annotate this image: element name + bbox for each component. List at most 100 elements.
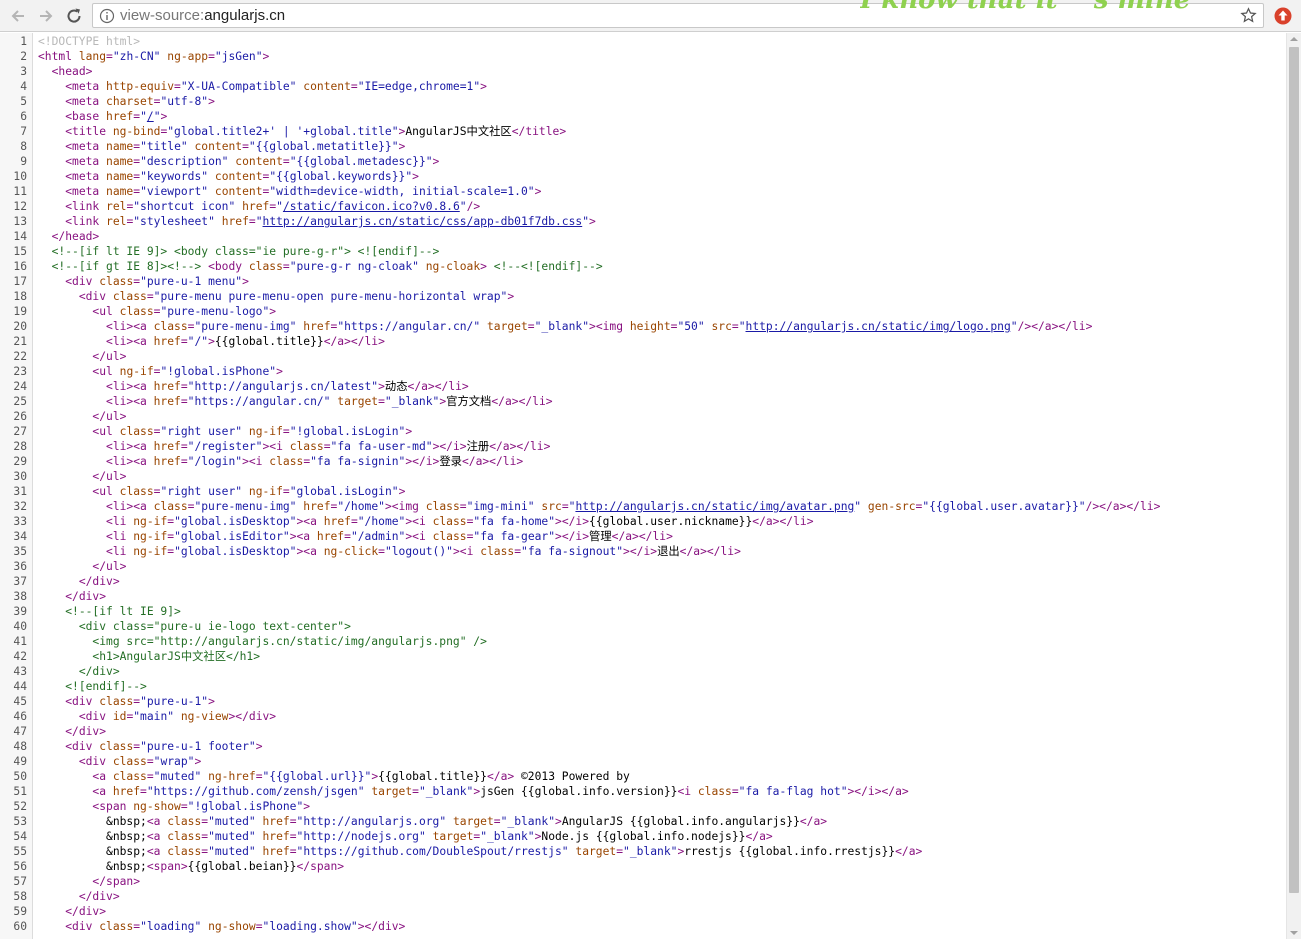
code-token: "width=device-width, initial-scale=1.0" <box>269 185 535 198</box>
address-bar[interactable]: view-source:angularjs.cn <box>92 3 1264 28</box>
source-line: 13 <link rel="stylesheet" href="http://a… <box>0 214 1286 229</box>
line-number: 56 <box>13 860 27 873</box>
code-token: &nbsp; <box>38 815 147 828</box>
source-link[interactable]: http://angularjs.cn/static/img/avatar.pn… <box>575 500 854 513</box>
code-token: ></i></a> <box>847 785 909 798</box>
code-token: ng-if <box>248 425 283 438</box>
source-link[interactable]: http://angularjs.cn/static/img/logo.png <box>746 320 1011 333</box>
code-token: <img src="http://angularjs.cn/static/img… <box>92 635 487 648</box>
code-token: <!--[if lt IE 9]> <body class="ie pure-g… <box>51 245 440 258</box>
vertical-scrollbar[interactable] <box>1286 33 1301 939</box>
code-token: ><img <box>384 500 426 513</box>
code-token: <!--[if gt IE 8]><!--> <box>51 260 202 273</box>
line-code: <li ng-if="global.isDesktop"><a href="/h… <box>38 514 813 529</box>
scroll-down-arrow-icon[interactable] <box>1290 929 1298 937</box>
source-line: 21 <li><a href="/">{{global.title}}</a><… <box>0 334 1286 349</box>
line-code: </head> <box>38 229 100 244</box>
line-number: 49 <box>13 755 27 768</box>
code-token: "http://angularjs.cn/latest" <box>187 380 379 393</box>
code-token: ng-view <box>180 710 229 723</box>
code-token: = <box>527 320 535 333</box>
code-token: jsGen {{global.info.version}} <box>480 785 678 798</box>
source-line: 34 <li ng-if="global.isEditor"><a href="… <box>0 529 1286 544</box>
forward-button[interactable] <box>34 4 58 28</box>
code-token: > <box>507 290 515 303</box>
source-line: 55 &nbsp;<a class="muted" href="https://… <box>0 844 1286 859</box>
source-link[interactable]: /static/favicon.ico?v0.8.6 <box>283 200 460 213</box>
source-line: 23 <ul ng-if="!global.isPhone"> <box>0 364 1286 379</box>
source-link[interactable]: http://angularjs.cn/static/css/app-db01f… <box>263 215 583 228</box>
code-token: " <box>140 110 147 123</box>
code-token: name <box>106 155 134 168</box>
source-line: 31 <ul class="right user" ng-if="global.… <box>0 484 1286 499</box>
code-token: > <box>276 365 283 378</box>
code-token: ></div> <box>357 920 406 933</box>
code-token: "keywords" <box>140 170 209 183</box>
code-token: > <box>269 305 277 318</box>
source-line: 37 </div> <box>0 574 1286 589</box>
code-token: target <box>575 845 617 858</box>
code-token: 退出 <box>657 545 680 558</box>
source-view[interactable]: 1 <!DOCTYPE html> 2 <html lang="zh-CN" ng-a… <box>0 33 1286 939</box>
line-number: 43 <box>13 665 27 678</box>
code-token: class <box>425 500 460 513</box>
line-code: <ul class="pure-menu-logo"> <box>38 304 276 319</box>
code-token: </a></li> <box>611 530 673 543</box>
line-number: 59 <box>13 905 27 918</box>
line-number: 55 <box>13 845 27 858</box>
source-line: 29 <li><a href="/login"><i class="fa fa-… <box>0 454 1286 469</box>
code-token: ></div> <box>228 710 277 723</box>
code-token: content <box>214 185 263 198</box>
line-code: </span> <box>38 874 140 889</box>
code-token: = <box>180 800 188 813</box>
line-code: &nbsp;<a class="muted" href="http://node… <box>38 829 773 844</box>
code-token: src <box>541 500 562 513</box>
forward-arrow-icon <box>40 10 53 22</box>
code-token: "_blank" <box>500 815 556 828</box>
code-token: 登录 <box>439 455 462 468</box>
code-token: href <box>323 515 351 528</box>
scrollbar-thumb[interactable] <box>1289 47 1299 893</box>
code-token: "http://angularjs.org" <box>296 815 447 828</box>
source-line: 15 <!--[if lt IE 9]> <body class="ie pur… <box>0 244 1286 259</box>
code-token: "_blank" <box>623 845 678 858</box>
info-icon[interactable] <box>99 8 115 24</box>
line-code: <html lang="zh-CN" ng-app="jsGen"> <box>38 49 269 64</box>
line-code: &nbsp;<span>{{global.beian}}</span> <box>38 859 344 874</box>
line-number: 60 <box>13 920 27 933</box>
star-icon[interactable] <box>1240 7 1257 24</box>
scroll-up-arrow-icon[interactable] <box>1290 35 1298 43</box>
code-token: ><i <box>405 515 433 528</box>
code-token: <meta <box>65 95 107 108</box>
line-code: <div class="pure-menu pure-menu-open pur… <box>38 289 514 304</box>
code-token: "logout()" <box>384 545 453 558</box>
line-number: 10 <box>13 170 27 183</box>
reload-button[interactable] <box>62 4 86 28</box>
code-token: <a <box>146 845 168 858</box>
back-button[interactable] <box>6 4 30 28</box>
line-number: 20 <box>13 320 27 333</box>
source-line: 57 </span> <box>0 874 1286 889</box>
source-line: 8 <meta name="title" content="{{global.m… <box>0 139 1286 154</box>
line-number: 25 <box>13 395 27 408</box>
source-link[interactable]: / <box>147 110 154 123</box>
url-text[interactable]: view-source:angularjs.cn <box>120 7 285 25</box>
source-line: 48 <div class="pure-u-1 footer"> <box>0 739 1286 754</box>
code-token: class <box>153 320 188 333</box>
code-token: <a <box>146 830 168 843</box>
line-code: <meta http-equiv="X-UA-Compatible" conte… <box>38 79 487 94</box>
extension-icon[interactable] <box>1273 6 1293 26</box>
source-line: 44 <![endif]--> <box>0 679 1286 694</box>
line-code: <li ng-if="global.isEditor"><a href="/ad… <box>38 529 673 544</box>
source-line: 52 <span ng-show="!global.isPhone"> <box>0 799 1286 814</box>
